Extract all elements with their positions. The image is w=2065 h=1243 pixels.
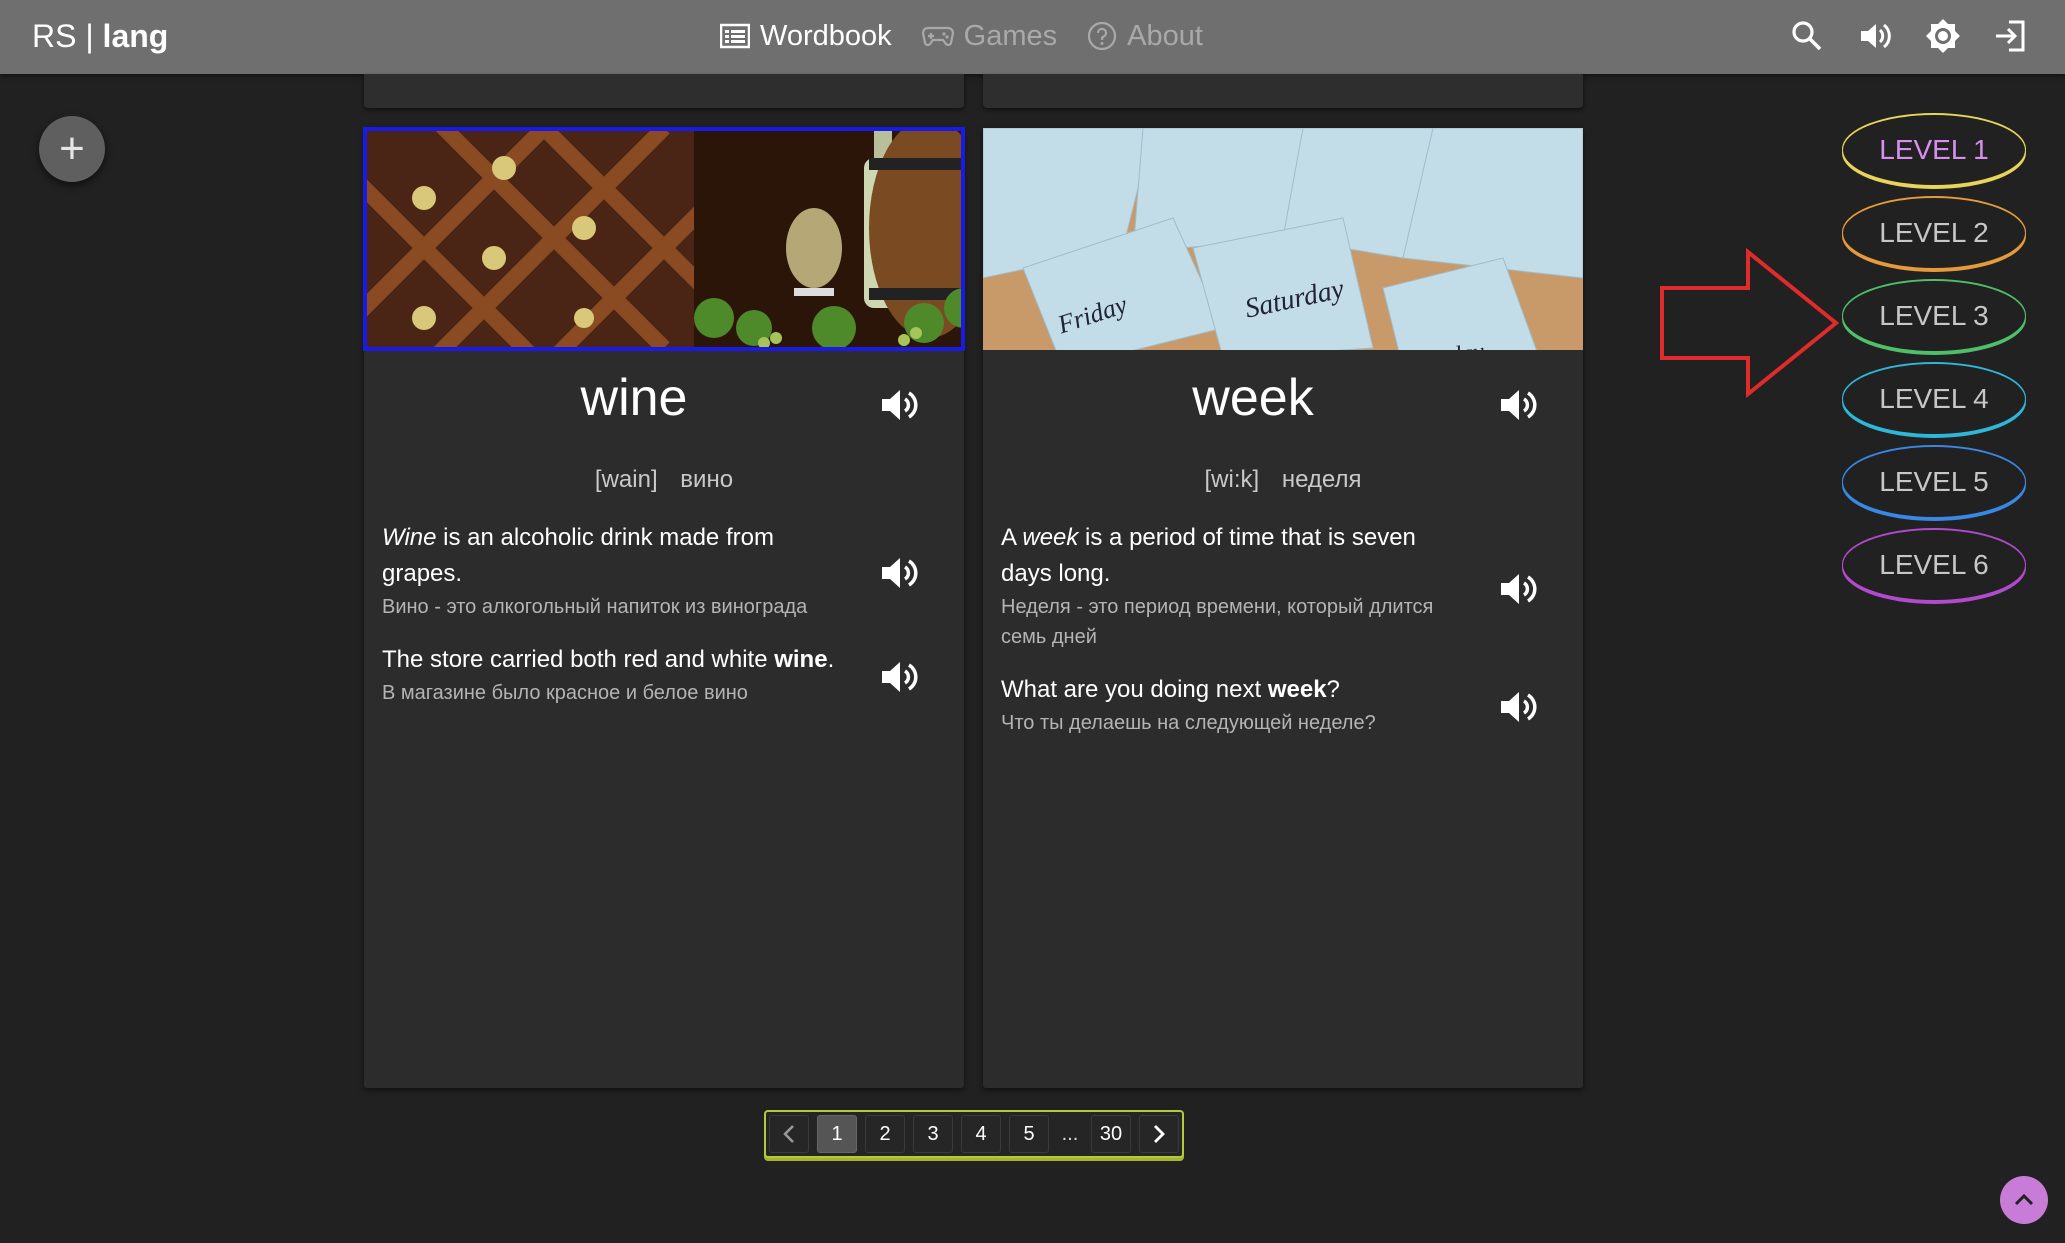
level-label: LEVEL 4 xyxy=(1879,383,1989,414)
level-1-button[interactable]: LEVEL 1 xyxy=(1842,114,2026,186)
nav-about[interactable]: About xyxy=(1087,20,1203,53)
speaker-icon[interactable] xyxy=(1497,568,1539,610)
chevron-right-icon xyxy=(1154,1125,1165,1143)
transcription: [wain] xyxy=(594,466,658,493)
word-image xyxy=(363,127,965,351)
meaning-translation: Вино - это алкогольный напиток из виногр… xyxy=(382,596,808,618)
example-translation: В магазине было красное и белое вино xyxy=(382,682,748,704)
speaker-icon[interactable] xyxy=(878,552,920,594)
example-text: The store carried both red and white win… xyxy=(382,642,862,678)
meaning-word: week xyxy=(1022,524,1079,551)
pagination: 1 2 3 4 5 ... 30 xyxy=(764,1110,1184,1158)
page-button[interactable]: 30 xyxy=(1091,1115,1131,1153)
volume-icon[interactable] xyxy=(1857,18,1893,54)
chevron-up-icon xyxy=(2014,1193,2034,1206)
word-title: wine xyxy=(580,369,688,427)
page-button[interactable]: 4 xyxy=(961,1115,1001,1153)
level-label: LEVEL 6 xyxy=(1879,549,1989,580)
transcription: [wi:k] xyxy=(1204,466,1260,493)
nav-games[interactable]: Games xyxy=(921,19,1058,53)
level-4-button[interactable]: LEVEL 4 xyxy=(1842,363,2026,435)
help-circle-icon xyxy=(1088,21,1117,51)
plus-icon: + xyxy=(59,124,85,173)
card-stub xyxy=(364,74,964,108)
scroll-to-top-button[interactable] xyxy=(2000,1176,2048,1224)
example-start: What are you doing next xyxy=(1001,676,1268,703)
gamepad-icon xyxy=(921,26,954,47)
chevron-left-icon xyxy=(783,1125,794,1143)
meaning-word: Wine xyxy=(382,524,437,551)
page-button[interactable]: 3 xyxy=(913,1115,953,1153)
example-word: wine xyxy=(774,646,828,673)
level-label: LEVEL 1 xyxy=(1879,134,1989,165)
example-translation: Что ты делаешь на следующей неделе? xyxy=(1001,712,1376,734)
next-page-button[interactable] xyxy=(1139,1115,1179,1153)
page-button[interactable]: 1 xyxy=(817,1115,857,1153)
word-card[interactable]: wine [wain] вино Wine is an alcoholic dr… xyxy=(363,127,965,1088)
brand-name: lang xyxy=(102,18,169,54)
speaker-icon[interactable] xyxy=(878,384,920,426)
level-label: LEVEL 5 xyxy=(1879,466,1989,497)
word-transcription-row: [wi:k] неделя xyxy=(983,466,1583,494)
nav-about-label: About xyxy=(1127,19,1203,52)
card-stub xyxy=(983,74,1583,108)
speaker-icon[interactable] xyxy=(878,656,920,698)
word-card[interactable]: Friday Saturday Sunday week [wi:k] недел… xyxy=(983,128,1583,1088)
brand-logo[interactable]: RS | lang xyxy=(32,14,168,58)
main-nav: Wordbook Games About xyxy=(720,14,1203,58)
nav-games-label: Games xyxy=(963,19,1058,52)
header-actions xyxy=(1789,14,2029,58)
example-end: ? xyxy=(1326,676,1340,703)
brand-prefix: RS | xyxy=(32,18,103,54)
level-label: LEVEL 3 xyxy=(1879,300,1989,331)
example-start: The store carried both red and white xyxy=(382,646,775,673)
speaker-icon[interactable] xyxy=(1497,384,1539,426)
arrow-annotation-icon xyxy=(1660,248,1840,398)
meaning-translation: Неделя - это период времени, который дли… xyxy=(1001,596,1434,648)
level-5-button[interactable]: LEVEL 5 xyxy=(1842,446,2026,518)
level-6-button[interactable]: LEVEL 6 xyxy=(1842,529,2026,601)
list-icon xyxy=(720,23,750,49)
search-icon[interactable] xyxy=(1789,18,1825,54)
speaker-icon[interactable] xyxy=(1497,686,1539,728)
meaning-text: A week is a period of time that is seven… xyxy=(1001,520,1471,592)
page-ellipsis: ... xyxy=(1061,1122,1079,1145)
example-end: . xyxy=(827,646,835,673)
login-icon[interactable] xyxy=(1993,18,2029,54)
meaning-text: Wine is an alcoholic drink made from gra… xyxy=(382,520,852,592)
word-image: Friday Saturday Sunday xyxy=(983,128,1583,350)
nav-wordbook-label: Wordbook xyxy=(760,19,892,52)
word-title: week xyxy=(1192,369,1314,427)
top-app-bar: RS | lang Wordbook Games About xyxy=(0,0,2065,74)
level-2-button[interactable]: LEVEL 2 xyxy=(1842,197,2026,269)
page-button[interactable]: 5 xyxy=(1009,1115,1049,1153)
page-button[interactable]: 2 xyxy=(865,1115,905,1153)
word-transcription-row: [wain] вино xyxy=(364,466,964,494)
add-button[interactable]: + xyxy=(39,116,105,182)
translation: неделя xyxy=(1281,466,1362,493)
example-word: week xyxy=(1267,676,1327,703)
level-3-button[interactable]: LEVEL 3 xyxy=(1842,280,2026,352)
example-text: What are you doing next week? xyxy=(1001,672,1471,708)
level-label: LEVEL 2 xyxy=(1879,217,1989,248)
translation: вино xyxy=(680,466,734,493)
nav-wordbook[interactable]: Wordbook xyxy=(720,20,892,53)
meaning-rest: is an alcoholic drink made from grapes. xyxy=(382,524,774,587)
meaning-start: A xyxy=(1001,524,1023,551)
prev-page-button[interactable] xyxy=(769,1115,809,1153)
brightness-icon[interactable] xyxy=(1925,18,1961,54)
